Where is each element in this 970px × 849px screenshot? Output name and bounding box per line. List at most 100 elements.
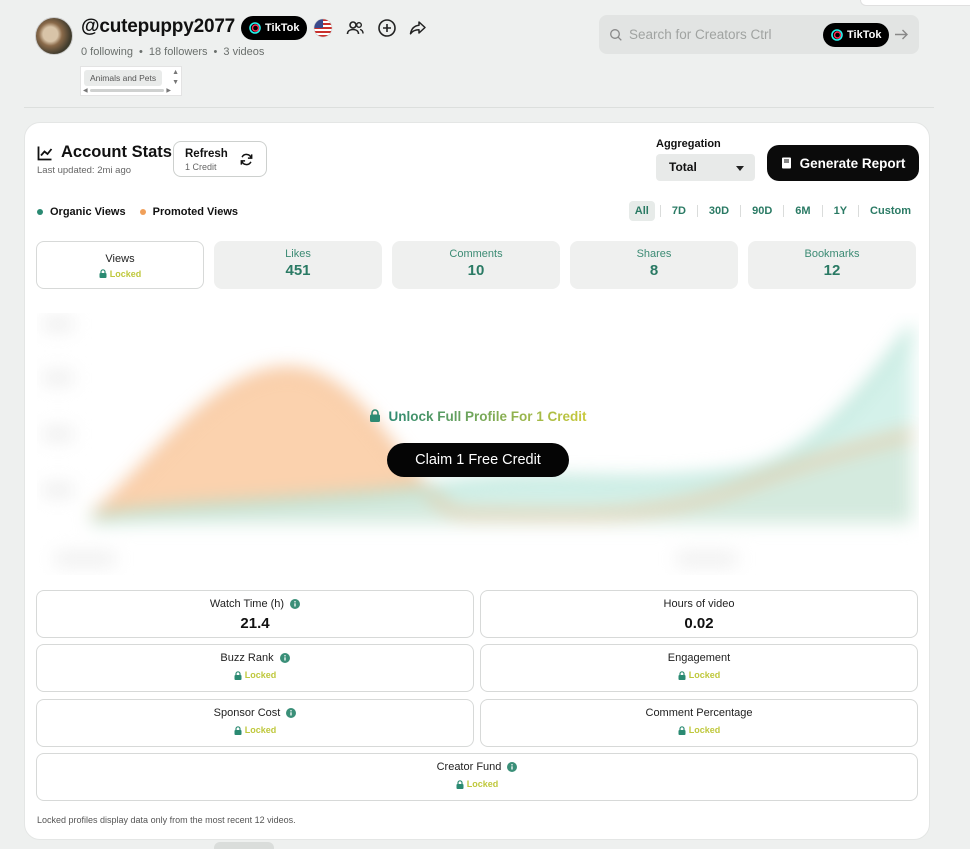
buzz-rank-locked: Locked xyxy=(37,670,473,680)
search-input[interactable] xyxy=(629,27,819,42)
legend-promoted-label: Promoted Views xyxy=(152,206,238,218)
range-90d[interactable]: 90D xyxy=(746,201,778,221)
legend-promoted: Promoted Views xyxy=(139,206,238,218)
category-list[interactable]: Animals and Pets ▲ ▼ ◀ ▶ xyxy=(80,66,182,96)
category-tag[interactable]: Animals and Pets xyxy=(84,70,163,86)
tile-comments-label: Comments xyxy=(449,248,503,260)
page-title: Account Stats xyxy=(61,143,172,161)
header-divider xyxy=(24,107,934,108)
tile-bookmarks-value: 12 xyxy=(823,262,841,279)
scroll-down-arrow-icon[interactable]: ▼ xyxy=(172,79,179,86)
tile-bookmarks-label: Bookmarks xyxy=(804,248,860,260)
generate-report-button[interactable]: Generate Report xyxy=(767,145,919,181)
tile-likes-value: 451 xyxy=(285,262,311,279)
tiktok-badge[interactable]: TikTok xyxy=(241,16,308,40)
range-custom[interactable]: Custom xyxy=(864,201,917,221)
sponsor-cost-locked: Locked xyxy=(37,725,473,735)
watch-time-value: 21.4 xyxy=(240,615,270,632)
tile-likes[interactable]: Likes 451 xyxy=(214,241,382,289)
lock-icon xyxy=(234,670,242,680)
tile-shares[interactable]: Shares 8 xyxy=(570,241,738,289)
top-right-popover-edge xyxy=(860,0,970,6)
engagement-value: Locked xyxy=(688,670,721,680)
lock-icon xyxy=(456,779,464,789)
share-icon[interactable] xyxy=(408,18,428,38)
watch-time-label: Watch Time (h) xyxy=(209,598,285,610)
following-count: 0 following xyxy=(81,46,133,58)
buzz-rank-value: Locked xyxy=(244,670,277,680)
tiktok-badge-label: TikTok xyxy=(265,22,300,34)
legend-organic: Organic Views xyxy=(37,206,126,218)
tiktok-logo-icon xyxy=(831,29,843,41)
blurred-views-chart: Unlock Full Profile For 1 Credit Claim 1… xyxy=(37,313,919,575)
comment-percentage-locked: Locked xyxy=(481,725,917,735)
lock-icon xyxy=(99,269,107,278)
followers-icon[interactable] xyxy=(345,18,365,38)
aggregation-dropdown[interactable]: Total xyxy=(656,154,755,181)
engagement-locked: Locked xyxy=(481,670,917,680)
refresh-cost: 1 Credit xyxy=(185,162,217,172)
tile-views-value: Locked xyxy=(109,268,142,279)
aggregation-value: Total xyxy=(669,160,697,174)
metric-buzz-rank: Buzz Rank Locked xyxy=(36,644,474,692)
range-all[interactable]: All xyxy=(628,201,655,221)
comment-percentage-value: Locked xyxy=(688,725,721,735)
comment-percentage-label: Comment Percentage xyxy=(645,707,753,719)
metric-comment-percentage: Comment Percentage Locked xyxy=(480,699,918,747)
unlock-profile-message: Unlock Full Profile For 1 Credit xyxy=(37,409,919,424)
tile-views-label: Views xyxy=(105,253,135,265)
metric-creator-fund: Creator Fund Locked xyxy=(36,753,918,801)
info-icon[interactable] xyxy=(290,599,301,609)
search-platform-badge[interactable]: TikTok xyxy=(823,23,890,47)
search-icon xyxy=(610,28,622,41)
metric-hours-of-video: Hours of video 0.02 xyxy=(480,590,918,638)
hours-of-video-value: 0.02 xyxy=(684,615,714,632)
range-30d[interactable]: 30D xyxy=(703,201,735,221)
tile-bookmarks[interactable]: Bookmarks 12 xyxy=(748,241,916,289)
tile-comments-value: 10 xyxy=(467,262,485,279)
tile-shares-label: Shares xyxy=(636,248,672,260)
tile-shares-value: 8 xyxy=(649,262,659,279)
account-stats-card: Account Stats Last updated: 2mi ago Refr… xyxy=(24,122,930,840)
avatar[interactable] xyxy=(35,17,73,55)
engagement-label: Engagement xyxy=(667,652,731,664)
sponsor-cost-value: Locked xyxy=(244,725,277,735)
followers-count: 18 followers xyxy=(148,46,208,58)
info-icon[interactable] xyxy=(279,653,290,663)
stat-tiles: Views Locked Likes 451 Comments 10 Shares 8… xyxy=(36,241,916,289)
range-7d[interactable]: 7D xyxy=(666,201,692,221)
profile-handle: @cutepuppy2077 xyxy=(81,16,236,37)
horizontal-scrollbar[interactable]: ◀ ▶ xyxy=(83,87,171,94)
info-icon[interactable] xyxy=(507,762,518,772)
range-1y[interactable]: 1Y xyxy=(828,201,853,221)
range-6m[interactable]: 6M xyxy=(789,201,816,221)
profile-meta: 0 following • 18 followers • 3 videos xyxy=(81,46,265,58)
organic-dot-icon xyxy=(37,209,43,215)
metric-sponsor-cost: Sponsor Cost Locked xyxy=(36,699,474,747)
creator-fund-locked: Locked xyxy=(37,779,917,789)
info-icon[interactable] xyxy=(286,708,297,718)
refresh-button[interactable]: Refresh 1 Credit xyxy=(173,141,267,177)
book-icon xyxy=(781,157,791,169)
search-platform-label: TikTok xyxy=(847,29,882,41)
lock-icon xyxy=(678,670,686,680)
claim-free-credit-button[interactable]: Claim 1 Free Credit xyxy=(387,443,569,477)
lock-icon xyxy=(678,725,686,735)
tile-likes-label: Likes xyxy=(285,248,311,260)
creator-search-bar[interactable]: TikTok xyxy=(599,15,919,54)
add-circle-icon[interactable] xyxy=(377,18,397,38)
scroll-up-arrow-icon[interactable]: ▲ xyxy=(172,69,179,76)
arrow-right-icon[interactable] xyxy=(894,28,909,41)
account-stats-heading: Account Stats xyxy=(37,143,172,162)
tile-views[interactable]: Views Locked xyxy=(36,241,204,289)
chart-legend: Organic Views Promoted Views xyxy=(37,206,238,218)
refresh-icon xyxy=(240,153,253,166)
tile-comments[interactable]: Comments 10 xyxy=(392,241,560,289)
lock-icon xyxy=(370,409,381,422)
time-range-tabs: All 7D 30D 90D 6M 1Y Custom xyxy=(628,201,917,221)
locked-profile-footnote: Locked profiles display data only from t… xyxy=(37,815,296,825)
creator-fund-value: Locked xyxy=(466,779,499,789)
legend-organic-label: Organic Views xyxy=(50,206,126,218)
creator-fund-label: Creator Fund xyxy=(436,761,502,773)
line-chart-icon xyxy=(37,146,53,160)
